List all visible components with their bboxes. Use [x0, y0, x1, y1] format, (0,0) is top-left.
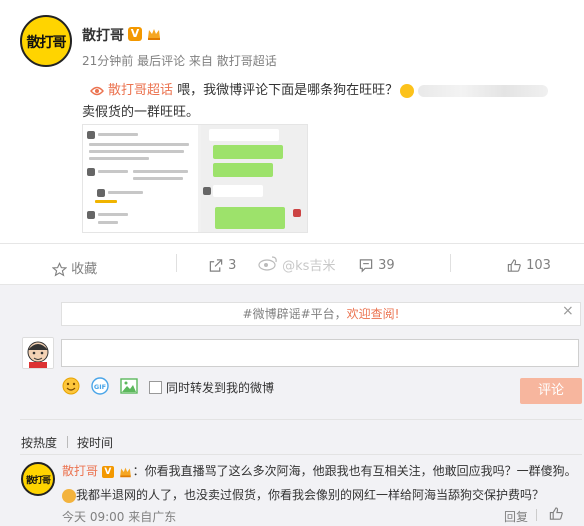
action-bar-top-divider [0, 243, 584, 244]
post-text-line2: 卖假货的一群旺旺。 [82, 105, 200, 120]
repost-icon [209, 259, 223, 272]
author-avatar[interactable]: 散打哥 [20, 15, 72, 67]
post-image-right [201, 125, 307, 232]
action-separator [450, 254, 451, 272]
crown-icon [119, 467, 131, 477]
laugh-emoji-icon [400, 83, 415, 98]
post-meta: 21分钟前 最后评论 来自 散打哥超话 [82, 54, 277, 68]
thumbs-up-icon [507, 259, 521, 272]
author-name[interactable]: 散打哥 [82, 25, 124, 45]
my-avatar[interactable] [22, 337, 54, 369]
action-separator [176, 254, 177, 272]
notice-banner[interactable]: #微博辟谣#平台，欢迎查阅! [61, 302, 581, 326]
comment-input[interactable] [61, 339, 579, 367]
like-button[interactable]: 103 [506, 258, 551, 273]
reply-separator [536, 509, 537, 521]
favorite-label: 收藏 [71, 262, 98, 277]
like-count: 103 [526, 258, 551, 273]
comment-icon [359, 259, 373, 273]
post-text-line1: 散打哥超话 喂，我微博评论下面是哪条狗在旺旺？ [90, 79, 549, 98]
thumb-avatar [203, 187, 211, 195]
commenter-avatar-text: 散打哥 [25, 476, 51, 486]
sort-by-hot[interactable]: 按热度 [21, 434, 57, 451]
supertopic-link[interactable]: 散打哥超话 [108, 83, 173, 98]
repost-checkbox-label: 同时转发到我的微博 [166, 381, 275, 395]
dog-emoji-icon [62, 488, 76, 503]
avatar-text: 散打哥 [26, 35, 67, 51]
crown-icon [148, 29, 160, 40]
blurred-text [418, 84, 549, 97]
thumb-avatar [87, 168, 95, 176]
repost-count: 3 [228, 258, 237, 273]
comment-text-cont: 我都半退网的人了，也没卖过假货，你看我会像别的网红一样给阿海当舔狗交保护费吗？ [76, 488, 545, 502]
comment-like-icon[interactable] [548, 506, 564, 521]
notice-prefix: #微博辟谣#平台， [242, 307, 347, 321]
verified-icon: V [128, 27, 142, 41]
comment-button[interactable]: 39 [358, 258, 395, 273]
supertopic-icon [90, 86, 104, 95]
close-icon[interactable]: × [562, 303, 574, 319]
svg-text:GIF: GIF [94, 383, 106, 391]
thumb-avatar [87, 131, 95, 139]
thumb-avatar [97, 189, 105, 197]
post-text: 喂，我微博评论下面是哪条狗在旺旺？ [177, 83, 399, 98]
thumb-avatar [293, 209, 301, 217]
post-image-left [83, 125, 198, 232]
verified-icon: V [101, 465, 114, 478]
notice-highlight[interactable]: 欢迎查阅! [347, 307, 400, 321]
commenter-avatar[interactable]: 散打哥 [21, 462, 55, 496]
favorite-button[interactable]: 收藏 [51, 258, 98, 277]
watermark: @ks吉米 [258, 255, 335, 275]
comment-count: 39 [378, 258, 395, 273]
emoji-icon[interactable] [62, 377, 80, 395]
commenter-name[interactable]: 散打哥 [62, 464, 98, 478]
comment-section-divider [0, 284, 584, 285]
watermark-text: @ks吉米 [282, 259, 336, 274]
comment-line2: 我都半退网的人了，也没卖过假货，你看我会像别的网红一样给阿海当舔狗交保护费吗？ [62, 486, 544, 503]
comment-text: ：你看我直播骂了这么多次阿海，他跟我也有互相关注，他敢回应我吗？一群傻狗。 [132, 464, 577, 478]
thumb-avatar [87, 211, 95, 219]
sort-separator [67, 436, 68, 448]
star-icon [51, 262, 68, 277]
gif-icon[interactable]: GIF [91, 377, 109, 395]
comment-line1: 散打哥 V ：你看我直播骂了这么多次阿海，他跟我也有互相关注，他敢回应我吗？一群… [62, 462, 577, 479]
reply-button[interactable]: 回复 [504, 508, 528, 525]
cartoon-avatar-icon [23, 338, 53, 368]
repost-button[interactable]: 3 [208, 258, 236, 273]
image-icon[interactable] [120, 377, 138, 395]
submit-comment-button[interactable]: 评论 [520, 378, 582, 404]
weibo-logo-icon [258, 256, 277, 271]
sort-divider-bottom [20, 454, 582, 455]
sort-divider [20, 419, 582, 420]
sort-by-time[interactable]: 按时间 [77, 434, 113, 451]
repost-checkbox[interactable] [149, 381, 162, 394]
post-image[interactable] [82, 124, 308, 233]
comment-meta: 今天 09:00 来自广东 [62, 510, 177, 524]
